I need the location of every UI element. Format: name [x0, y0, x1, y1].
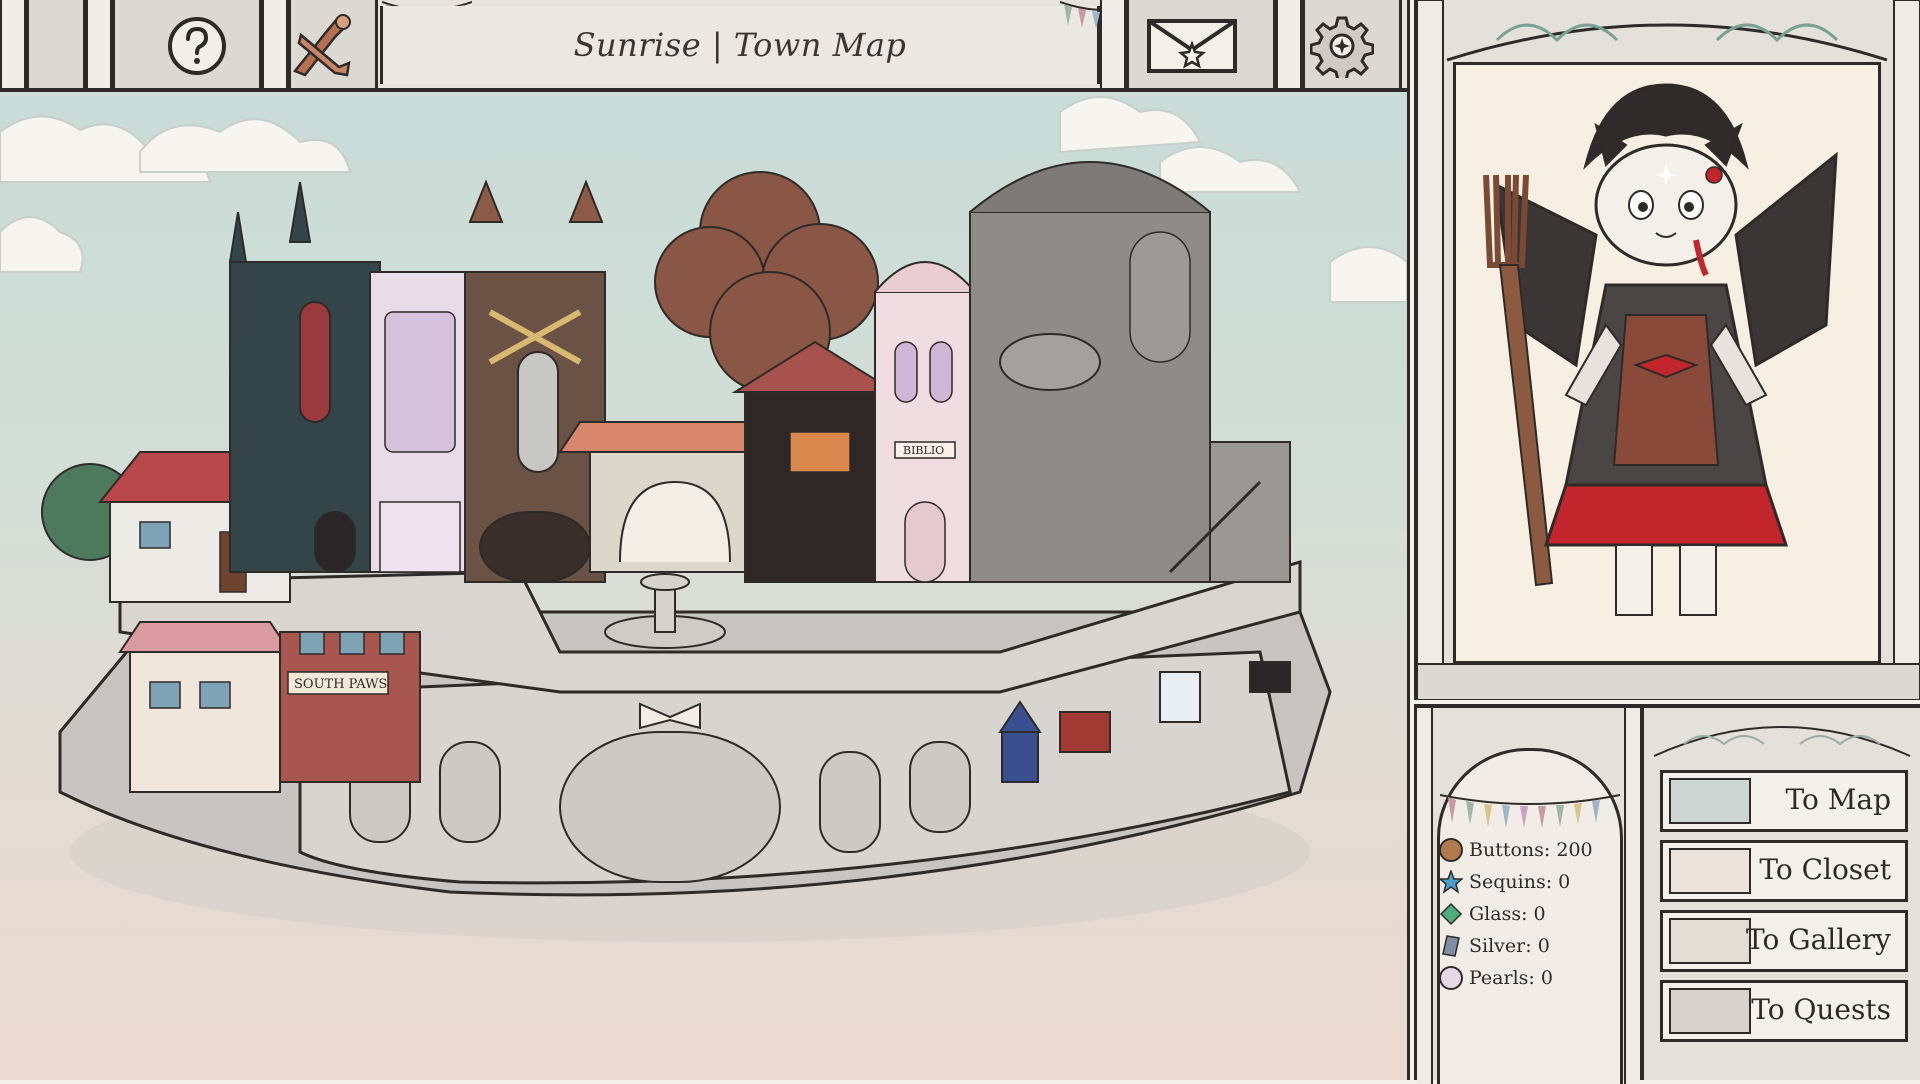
currency-label: Glass: [1469, 903, 1528, 925]
observatory-sketch [969, 161, 1291, 583]
biblio-library: BIBLIO [874, 261, 976, 583]
help-button[interactable] [163, 12, 231, 80]
currency-label: Silver: [1469, 935, 1532, 957]
envelope-icon [1147, 19, 1237, 73]
currency-label: Buttons: [1469, 839, 1551, 861]
page-title: Sunrise | Town Map [573, 26, 907, 64]
castle-tower [464, 179, 606, 583]
currency-label: Sequins: [1469, 871, 1553, 893]
closet-thumbnail-icon [1669, 848, 1751, 894]
biblio-sign: BIBLIO [903, 444, 944, 457]
nav-label: To Gallery [1745, 923, 1891, 956]
pillar [1100, 0, 1126, 88]
pillar [1624, 708, 1640, 1084]
sequin-star-icon [1439, 870, 1463, 894]
cat-character-illustration [1483, 83, 1838, 616]
currency-value: 0 [1533, 903, 1546, 925]
pillar [1417, 708, 1433, 1084]
south-paws-shop: SOUTH PAWS [118, 621, 421, 793]
trumpets-icon [292, 14, 351, 77]
currency-value: 0 [1540, 967, 1553, 989]
currency-value: 0 [1537, 935, 1550, 957]
currency-silver: Silver: 0 [1439, 934, 1550, 958]
currency-glass: Glass: 0 [1439, 902, 1546, 926]
silver-icon [1442, 935, 1460, 957]
navigation-panel: To Map To Closet To Gallery To Quests [1640, 704, 1920, 1080]
pillar [1276, 0, 1302, 88]
bunting-decoration [1440, 794, 1620, 828]
south-paws-sign: SOUTH PAWS [294, 677, 387, 692]
currency-value: 200 [1556, 839, 1593, 861]
question-mark-icon [168, 17, 226, 75]
quests-thumbnail-icon [1669, 988, 1751, 1034]
character-portrait[interactable] [1453, 62, 1881, 664]
currency-panel: Buttons: 200 Sequins: 0 Glass: 0 Silver:… [1414, 704, 1640, 1084]
currency-sequins: Sequins: 0 [1439, 870, 1570, 894]
character-portrait-frame [1414, 0, 1920, 700]
gear-icon [1310, 16, 1374, 78]
gallery-thumbnail-icon [1669, 918, 1751, 964]
nav-arch-ornament [1653, 726, 1911, 757]
currency-buttons: Buttons: 200 [1439, 838, 1593, 862]
arch [26, 0, 86, 88]
to-gallery-button[interactable]: To Gallery [1660, 910, 1908, 972]
settings-button[interactable] [1308, 12, 1376, 80]
nav-label: To Quests [1751, 993, 1891, 1026]
to-map-button[interactable]: To Map [1660, 770, 1908, 832]
pearl-icon [1439, 966, 1463, 990]
nav-label: To Map [1785, 783, 1891, 816]
button-icon [1439, 838, 1463, 862]
currency-label: Pearls: [1469, 967, 1535, 989]
mail-button[interactable] [1144, 12, 1240, 80]
town-map-illustration: SOUTH PAWS BIBLIO [0, 96, 1407, 942]
town-map-viewport[interactable]: SOUTH PAWS BIBLIO [0, 92, 1410, 1080]
nav-label: To Closet [1759, 853, 1891, 886]
map-thumbnail-icon [1669, 778, 1751, 824]
horn-button[interactable] [282, 12, 362, 80]
pink-boutique [369, 271, 471, 573]
glass-gem-icon [1439, 902, 1463, 926]
to-quests-button[interactable]: To Quests [1660, 980, 1908, 1042]
pillar [86, 0, 112, 88]
to-closet-button[interactable]: To Closet [1660, 840, 1908, 902]
title-plate: Sunrise | Town Map [380, 6, 1100, 84]
currency-value: 0 [1558, 871, 1571, 893]
top-bar: Sunrise | Town Map [0, 0, 1410, 92]
gothic-cathedral [228, 181, 381, 573]
currency-pearls: Pearls: 0 [1439, 966, 1553, 990]
pillar [0, 0, 26, 88]
